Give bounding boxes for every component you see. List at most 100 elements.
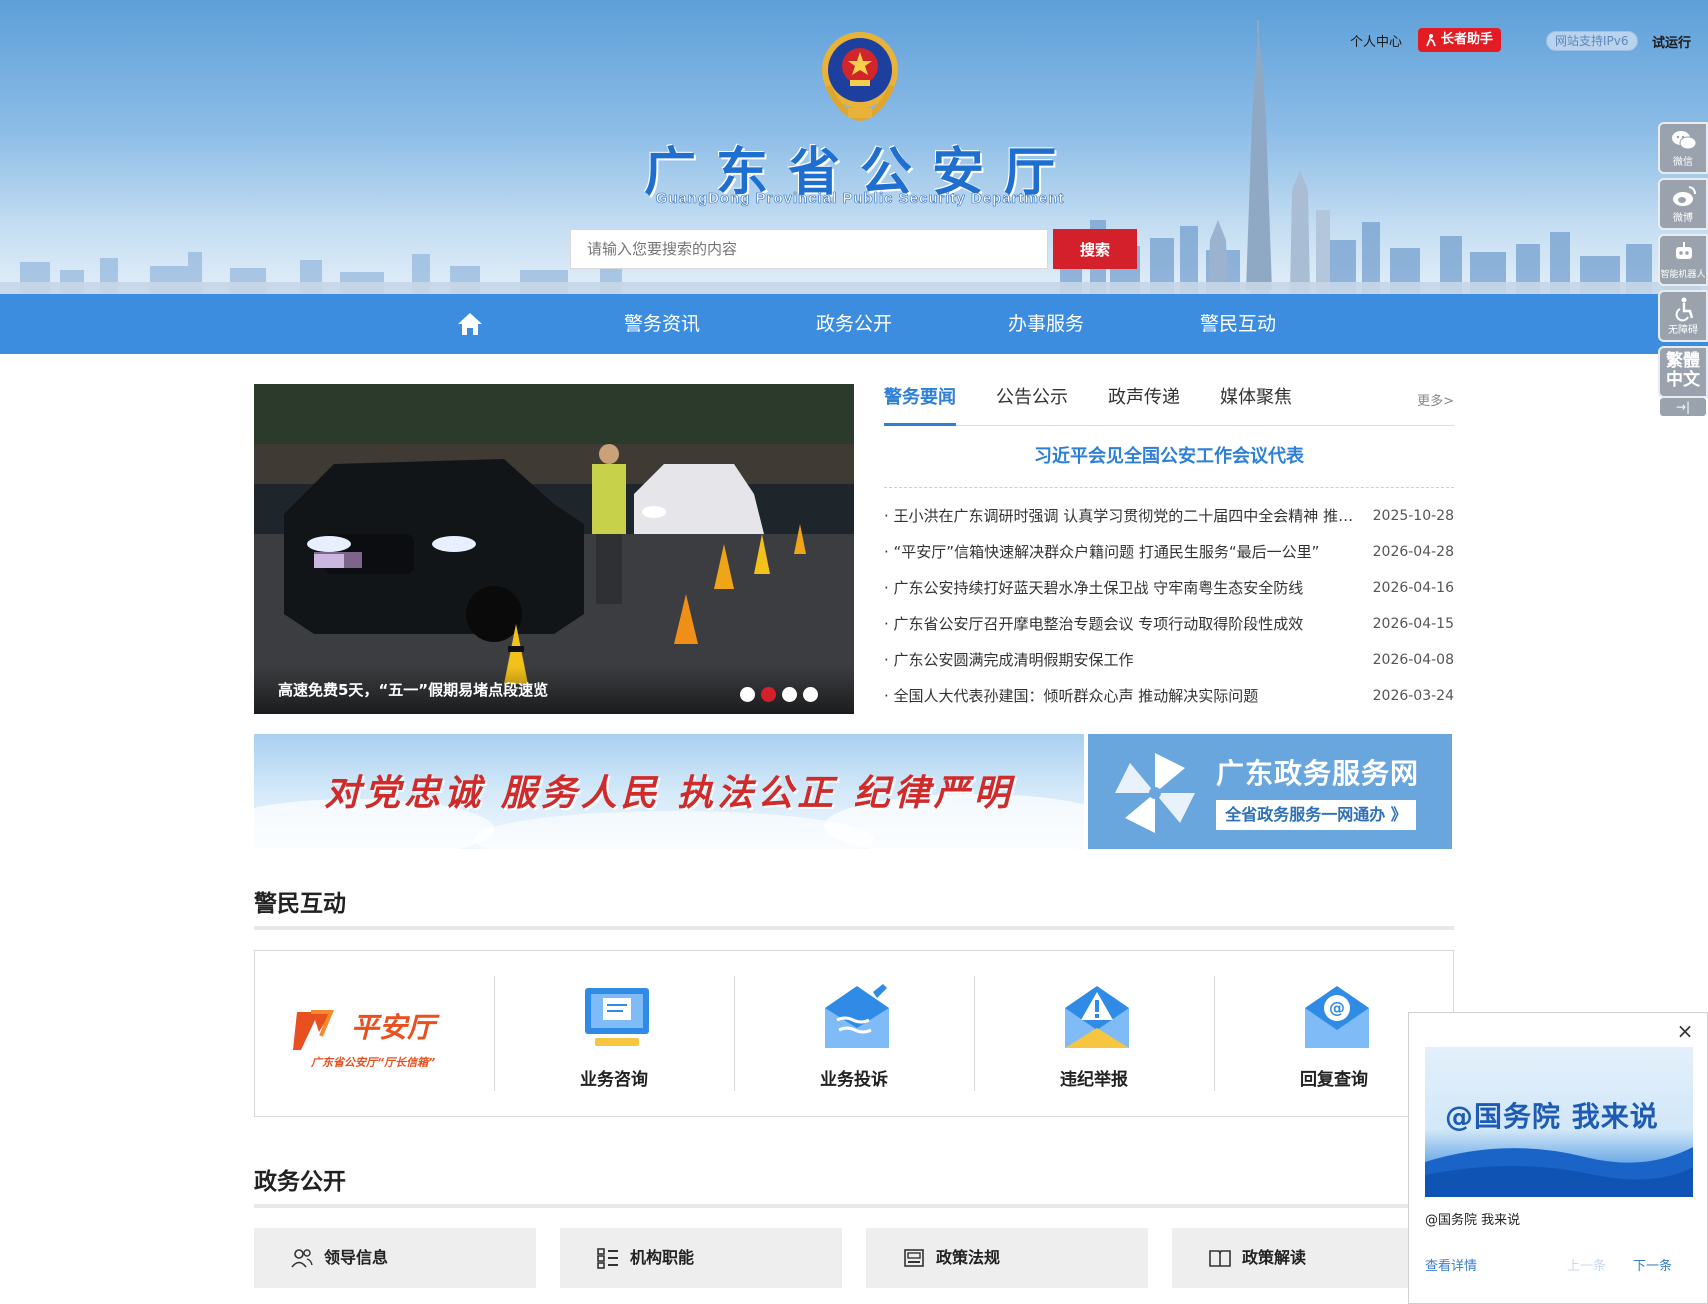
policy-regulation-label: 政策法规 xyxy=(936,1248,1001,1267)
slogan-banner[interactable]: 对党忠诚 服务人民 执法公正 纪律严明 xyxy=(254,734,1084,849)
report-button[interactable]: 违纪举报 xyxy=(975,976,1213,1091)
tab-gov-voice[interactable]: 政声传递 xyxy=(1108,384,1180,426)
search-button[interactable]: 搜索 xyxy=(1053,229,1137,269)
policy-interpretation-label: 政策解读 xyxy=(1242,1248,1307,1267)
tab-police-news[interactable]: 警务要闻 xyxy=(884,384,956,426)
search-input[interactable] xyxy=(570,229,1048,269)
weibo-button[interactable]: 微博 xyxy=(1658,178,1708,230)
list-item[interactable]: · 广东公安圆满完成清明假期安保工作 2026-04-08 xyxy=(884,642,1454,678)
consult-monitor-icon xyxy=(585,988,649,1046)
nav-services[interactable]: 办事服务 xyxy=(986,294,1106,354)
announcement-popup: × @国务院 我来说 @国务院 我来说 查看详情 上一条 下一条 xyxy=(1408,1012,1708,1304)
site-header: 广东省公安厅 GuangDong Provincial Public Secur… xyxy=(0,0,1708,294)
news-date: 2026-04-08 xyxy=(1372,652,1454,668)
main-nav: 警务资讯 政务公开 办事服务 警民互动 xyxy=(0,294,1708,354)
popup-detail-link[interactable]: 查看详情 xyxy=(1425,1255,1477,1274)
news-tabs: 警务要闻 公告公示 政声传递 媒体聚焦 更多> xyxy=(884,384,1454,426)
home-icon xyxy=(458,313,482,335)
carousel-dot[interactable] xyxy=(740,687,755,702)
more-link[interactable]: 更多> xyxy=(1417,390,1454,409)
section-title-interaction: 警民互动 xyxy=(254,891,346,917)
carousel-dots xyxy=(740,687,818,702)
list-item[interactable]: · 全国人大代表孙建国：倾听群众心声 推动解决实际问题 2026-03-24 xyxy=(884,678,1454,714)
org-function-label: 机构职能 xyxy=(630,1248,695,1267)
news-date: 2026-04-15 xyxy=(1372,616,1454,632)
book-icon xyxy=(1209,1250,1231,1267)
trial-label: 试运行 xyxy=(1652,36,1692,51)
wechat-label: 微信 xyxy=(1673,157,1693,168)
news-title[interactable]: · 全国人大代表孙建国：倾听群众心声 推动解决实际问题 xyxy=(884,678,1354,714)
people-icon xyxy=(291,1249,313,1268)
news-carousel[interactable]: 高速免费5天，“五一”假期易堵点段速览 xyxy=(254,384,854,714)
org-function-tile[interactable]: 机构职能 xyxy=(560,1228,842,1288)
report-warning-icon xyxy=(1065,986,1129,1048)
slogan-text: 对党忠诚 服务人民 执法公正 纪律严明 xyxy=(324,772,1014,814)
nav-home[interactable] xyxy=(440,294,500,354)
news-panel: 警务要闻 公告公示 政声传递 媒体聚焦 更多> 习近平会见全国公安工作会议代表 … xyxy=(884,384,1454,714)
robot-button[interactable]: 智能机器人 xyxy=(1658,234,1708,286)
popup-prev-button[interactable]: 上一条 xyxy=(1567,1255,1606,1274)
news-title[interactable]: · 广东公安圆满完成清明假期安保工作 xyxy=(884,642,1354,678)
robot-label: 智能机器人 xyxy=(1660,270,1706,280)
nav-police-news[interactable]: 警务资讯 xyxy=(602,294,722,354)
weibo-label: 微博 xyxy=(1673,213,1693,224)
traditional-chinese-button[interactable]: 繁體中文 xyxy=(1658,346,1708,398)
popup-image-text: @国务院 我来说 xyxy=(1445,1100,1659,1133)
popup-image[interactable]: @国务院 我来说 xyxy=(1425,1047,1693,1197)
complaint-button[interactable]: 业务投诉 xyxy=(735,976,973,1091)
gov-service-banner[interactable]: 广东政务服务网 全省政务服务一网通办 》 xyxy=(1088,734,1452,849)
site-subtitle: GuangDong Provincial Public Security Dep… xyxy=(655,190,1065,208)
nav-interaction[interactable]: 警民互动 xyxy=(1178,294,1298,354)
section-title-gov-open: 政务公开 xyxy=(254,1169,346,1195)
news-title[interactable]: · 广东公安持续打好蓝天碧水净土保卫战 守牢南粤生态安全防线 xyxy=(884,570,1354,606)
accessibility-label: 无障碍 xyxy=(1668,325,1698,336)
policy-regulation-tile[interactable]: 政策法规 xyxy=(866,1228,1148,1288)
carousel-dot[interactable] xyxy=(803,687,818,702)
leader-info-tile[interactable]: 领导信息 xyxy=(254,1228,536,1288)
news-title[interactable]: · 王小洪在广东调研时强调 认真学习贯彻党的二十届四中全会精神 推动公安工作高质… xyxy=(884,498,1354,534)
weibo-icon xyxy=(1673,186,1696,206)
interaction-panel: 平安厅 广东省公安厅“厅长信箱” 业务咨询 业务投诉 违纪举报 @ 回复查询 xyxy=(254,950,1454,1117)
list-item[interactable]: · 广东省公安厅召开摩电整治专题会议 专项行动取得阶段性成效 2026-04-15 xyxy=(884,606,1454,642)
section-divider xyxy=(254,1204,1454,1208)
policy-interpretation-tile[interactable]: 政策解读 xyxy=(1172,1228,1408,1288)
police-emblem-logo xyxy=(822,32,898,122)
list-item[interactable]: · “平安厅”信箱快速解决群众户籍问题 打通民生服务“最后一公里” 2026-04… xyxy=(884,534,1454,570)
carousel-dot[interactable] xyxy=(782,687,797,702)
reply-at-icon: @ xyxy=(1305,986,1369,1048)
list-item[interactable]: · 王小洪在广东调研时强调 认真学习贯彻党的二十届四中全会精神 推动公安工作高质… xyxy=(884,498,1454,534)
list-item[interactable]: · 广东公安持续打好蓝天碧水净土保卫战 守牢南粤生态安全防线 2026-04-16 xyxy=(884,570,1454,606)
news-title[interactable]: · 广东省公安厅召开摩电整治专题会议 专项行动取得阶段性成效 xyxy=(884,606,1354,642)
elder-helper-button[interactable]: 长者助手 xyxy=(1418,28,1502,52)
document-icon xyxy=(904,1249,924,1267)
news-date: 2025-10-28 xyxy=(1372,508,1454,524)
section-divider xyxy=(254,926,1454,930)
complaint-envelope-icon xyxy=(825,984,889,1048)
wechat-button[interactable]: 微信 xyxy=(1658,122,1708,174)
report-label: 违纪举报 xyxy=(1060,1070,1128,1090)
popup-next-button[interactable]: 下一条 xyxy=(1633,1255,1672,1274)
news-headline[interactable]: 习近平会见全国公安工作会议代表 xyxy=(884,442,1454,472)
accessibility-button[interactable]: 无障碍 xyxy=(1658,290,1708,342)
accessibility-icon xyxy=(1675,297,1694,322)
complaint-label: 业务投诉 xyxy=(820,1070,888,1090)
carousel-dot-active[interactable] xyxy=(761,687,776,702)
nav-gov-open[interactable]: 政务公开 xyxy=(794,294,914,354)
gov-service-button[interactable]: 全省政务服务一网通办 》 xyxy=(1216,800,1416,830)
consult-button[interactable]: 业务咨询 xyxy=(495,976,733,1091)
news-date: 2026-03-24 xyxy=(1372,688,1454,704)
svg-text:@: @ xyxy=(1329,998,1345,1017)
leader-info-label: 领导信息 xyxy=(324,1248,389,1267)
pinwheel-icon xyxy=(1115,753,1195,833)
tab-announcements[interactable]: 公告公示 xyxy=(996,384,1068,426)
ping-an-ting-logo[interactable]: 平安厅 广东省公安厅“厅长信箱” xyxy=(255,976,493,1091)
popup-caption: @国务院 我来说 xyxy=(1425,1213,1521,1228)
carousel-photo xyxy=(254,384,854,714)
news-title[interactable]: · “平安厅”信箱快速解决群众户籍问题 打通民生服务“最后一公里” xyxy=(884,534,1354,570)
personal-center-link[interactable]: 个人中心 xyxy=(1350,31,1402,50)
gov-service-title: 广东政务服务网 xyxy=(1216,757,1420,790)
ping-an-ting-title: 平安厅 xyxy=(351,1011,436,1044)
tab-media[interactable]: 媒体聚焦 xyxy=(1220,384,1292,426)
close-icon[interactable]: × xyxy=(1675,1021,1695,1041)
collapse-float-bar-button[interactable]: →| xyxy=(1660,398,1706,416)
